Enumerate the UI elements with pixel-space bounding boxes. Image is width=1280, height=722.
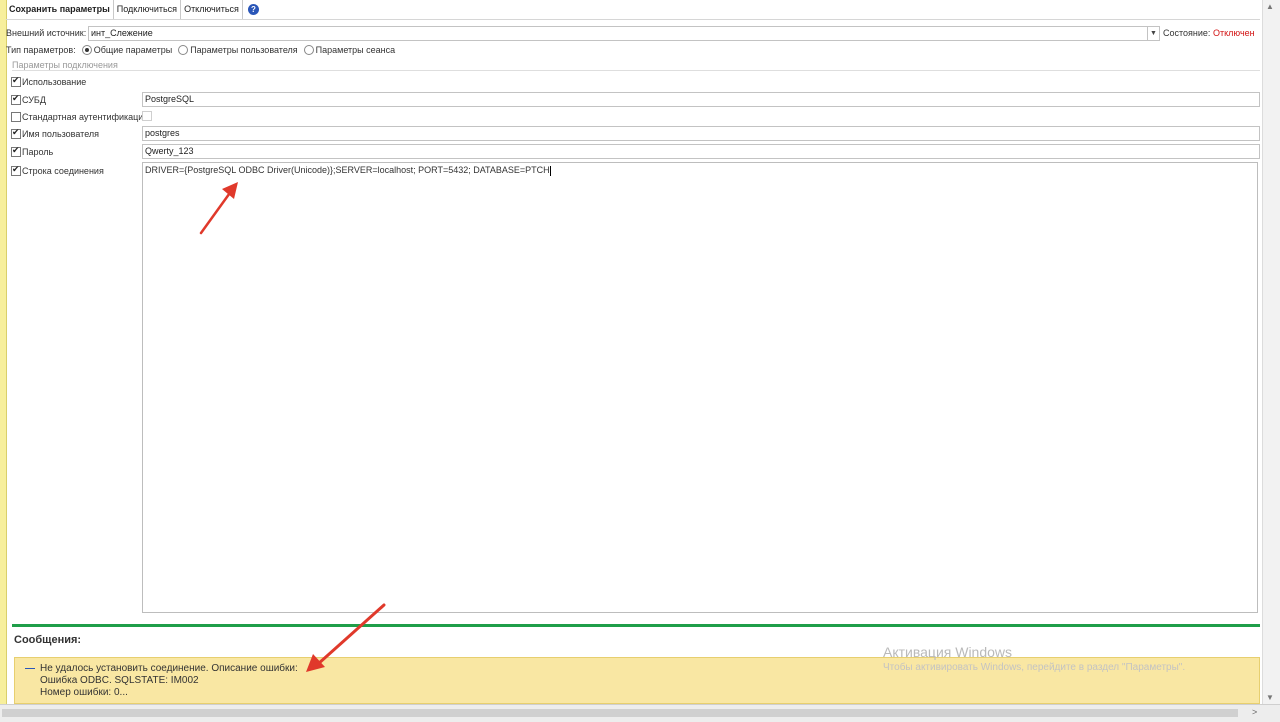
section-title: Параметры подключения bbox=[12, 60, 118, 70]
user-field[interactable]: postgres bbox=[142, 126, 1260, 141]
disconnect-button[interactable]: Отключиться bbox=[181, 0, 243, 19]
connect-button[interactable]: Подключиться bbox=[114, 0, 182, 19]
section-divider bbox=[12, 70, 1260, 71]
conn-string-label: Строка соединения bbox=[22, 166, 104, 176]
text-caret bbox=[549, 165, 551, 176]
conn-string-value: DRIVER={PostgreSQL ODBC Driver(Unicode)}… bbox=[145, 165, 550, 175]
messages-title: Сообщения: bbox=[14, 634, 82, 646]
dbms-field[interactable]: PostgreSQL bbox=[142, 92, 1260, 107]
standard-auth-checkbox[interactable] bbox=[142, 111, 152, 121]
radio-general-params[interactable]: Общие параметры bbox=[81, 45, 173, 55]
status-value: Отключен bbox=[1213, 28, 1255, 38]
conn-string-textarea[interactable]: DRIVER={PostgreSQL ODBC Driver(Unicode)}… bbox=[142, 162, 1258, 613]
usage-row: Использование bbox=[11, 75, 87, 87]
toolbar: Сохранить параметры Подключиться Отключи… bbox=[6, 0, 1260, 20]
scroll-up-icon[interactable]: ▲ bbox=[1266, 2, 1274, 11]
dbms-row: СУБД bbox=[11, 93, 46, 105]
save-params-button[interactable]: Сохранить параметры bbox=[6, 0, 114, 19]
param-type-label: Тип параметров: bbox=[6, 45, 76, 55]
source-select[interactable]: инт_Слежение ▼ bbox=[88, 26, 1160, 41]
password-checkbox[interactable] bbox=[11, 145, 21, 157]
source-label: Внешний источник: bbox=[6, 28, 87, 38]
dbms-label: СУБД bbox=[22, 95, 46, 105]
password-label: Пароль bbox=[22, 147, 54, 157]
radio-dot bbox=[303, 45, 314, 55]
user-value: postgres bbox=[145, 128, 180, 138]
radio-user-params[interactable]: Параметры пользователя bbox=[178, 45, 298, 55]
user-checkbox[interactable] bbox=[11, 127, 21, 139]
standard-auth-label: Стандартная аутентификация bbox=[22, 112, 149, 122]
message-line: Не удалось установить соединение. Описан… bbox=[40, 663, 298, 674]
scroll-down-icon[interactable]: ▼ bbox=[1266, 693, 1274, 702]
dbms-value: PostgreSQL bbox=[145, 94, 195, 104]
status-label: Состояние: bbox=[1163, 28, 1211, 38]
source-value: инт_Слежение bbox=[91, 28, 153, 38]
scrollbar-thumb[interactable] bbox=[2, 709, 1238, 717]
radio-label: Общие параметры bbox=[93, 45, 173, 55]
chevron-down-icon[interactable]: ▼ bbox=[1147, 27, 1159, 40]
conn-string-checkbox[interactable] bbox=[11, 164, 21, 176]
horizontal-scrollbar[interactable]: > bbox=[0, 704, 1280, 722]
password-row: Пароль bbox=[11, 145, 54, 157]
message-line: Ошибка ODBC. SQLSTATE: IM002 bbox=[40, 675, 199, 686]
activation-watermark-title: Активация Windows bbox=[883, 644, 1013, 660]
usage-label: Использование bbox=[22, 77, 87, 87]
message-line: Номер ошибки: 0... bbox=[40, 687, 128, 698]
param-type-row: Тип параметров: Общие параметры Параметр… bbox=[6, 45, 401, 55]
help-icon[interactable]: ? bbox=[247, 4, 259, 15]
dbms-checkbox[interactable] bbox=[11, 93, 21, 105]
radio-session-params[interactable]: Параметры сеанса bbox=[303, 45, 396, 55]
usage-checkbox[interactable] bbox=[11, 75, 21, 87]
user-label: Имя пользователя bbox=[22, 129, 100, 139]
vertical-scrollbar[interactable]: ▲ ▼ bbox=[1262, 0, 1280, 704]
standard-auth-flag-checkbox[interactable] bbox=[11, 112, 21, 122]
collapse-icon[interactable]: — bbox=[25, 663, 35, 674]
radio-label: Параметры пользователя bbox=[190, 45, 298, 55]
password-value: Qwerty_123 bbox=[145, 146, 194, 156]
user-row: Имя пользователя bbox=[11, 127, 100, 139]
activation-watermark-subtitle: Чтобы активировать Windows, перейдите в … bbox=[883, 662, 1186, 673]
radio-label: Параметры сеанса bbox=[315, 45, 396, 55]
left-panel-strip bbox=[0, 0, 7, 704]
password-field[interactable]: Qwerty_123 bbox=[142, 144, 1260, 159]
standard-auth-row: Стандартная аутентификация bbox=[11, 112, 148, 122]
radio-dot-selected bbox=[81, 45, 92, 55]
conn-string-row: Строка соединения bbox=[11, 164, 104, 176]
scroll-right-icon[interactable]: > bbox=[1252, 707, 1257, 717]
messages-divider bbox=[12, 624, 1260, 627]
radio-dot bbox=[178, 45, 189, 55]
